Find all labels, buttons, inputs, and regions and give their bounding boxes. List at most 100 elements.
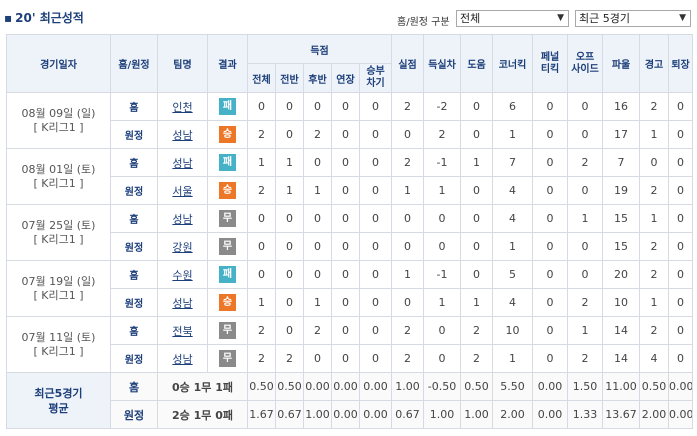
average-stat-cell: -0.50 <box>423 372 462 401</box>
team-link[interactable]: 전북 <box>157 316 208 345</box>
league-name: [ K리그1 ] <box>33 232 84 246</box>
venue-select-value: 전체 <box>460 12 481 25</box>
col-team: 팀명 <box>157 34 208 93</box>
average-stat-cell: 13.67 <box>602 400 641 429</box>
stat-cell: 2 <box>567 148 604 177</box>
result-badge: 무 <box>219 210 236 227</box>
stat-cell: 6 <box>492 92 534 121</box>
stat-cell: 0 <box>668 148 694 177</box>
stat-cell: 16 <box>602 92 641 121</box>
stat-cell: 0 <box>331 204 360 233</box>
col-goals-shootout: 승부 차기 <box>358 63 393 93</box>
match-date: 07월 19일 (일)[ K리그1 ] <box>6 260 111 317</box>
team-link[interactable]: 인천 <box>157 92 208 121</box>
stat-cell: 2 <box>639 232 670 261</box>
stat-cell: 0 <box>303 204 332 233</box>
stat-cell: 2 <box>567 288 604 317</box>
result-badge: 패 <box>219 154 236 171</box>
team-link[interactable]: 성남 <box>157 120 208 149</box>
team-link[interactable]: 성남 <box>157 148 208 177</box>
result-badge: 무 <box>219 350 236 367</box>
venue-select[interactable]: 전체 ▼ <box>456 10 569 27</box>
stat-cell: 0 <box>391 232 425 261</box>
recent-results-table: 경기일자 홈/원정 팀명 결과 득점 실점 득실차 도움 코너킥 페널 티킥 오프… <box>6 34 694 429</box>
stat-cell: 0 <box>303 92 332 121</box>
stat-cell: 0 <box>247 92 276 121</box>
average-stat-cell: 0.00 <box>532 400 569 429</box>
stat-cell: 2 <box>391 344 425 373</box>
stat-cell: 2 <box>247 176 276 205</box>
average-stat-cell: 0.50 <box>460 372 494 401</box>
stat-cell: 0 <box>331 120 360 149</box>
team-link[interactable]: 성남 <box>157 344 208 373</box>
games-select-value: 최근 5경기 <box>579 12 630 25</box>
stat-cell: 0 <box>567 92 604 121</box>
stat-cell: 4 <box>492 288 534 317</box>
match-date: 08월 09일 (일)[ K리그1 ] <box>6 92 111 149</box>
col-goals-total: 전체 <box>247 63 276 93</box>
stat-cell: 0 <box>423 344 462 373</box>
result-badge: 무 <box>219 322 236 339</box>
table-row: 07월 19일 (일)[ K리그1 ] 홈 수원 패 0 0 0 0 0 1 -1 0 5 0 0 20 2 0 <box>6 260 694 317</box>
stat-cell: 0 <box>358 176 393 205</box>
stat-cell: 0 <box>331 92 360 121</box>
stat-cell: 0 <box>567 176 604 205</box>
stat-cell: 0 <box>331 260 360 289</box>
stat-cell: 0 <box>423 232 462 261</box>
league-name: [ K리그1 ] <box>33 344 84 358</box>
result-cell: 승 <box>207 120 248 149</box>
col-corners: 코너킥 <box>492 34 534 93</box>
stat-cell: 2 <box>303 316 332 345</box>
stat-cell: 4 <box>492 204 534 233</box>
games-count-select[interactable]: 최근 5경기 ▼ <box>575 10 691 27</box>
stat-cell: 0 <box>460 176 494 205</box>
win-draw-loss-record: 0승 1무 1패 <box>157 372 248 401</box>
match-date-text: 07월 19일 (일) <box>21 274 96 288</box>
stat-cell: 2 <box>460 316 494 345</box>
average-stat-cell: 0.00 <box>331 400 360 429</box>
stat-cell: 0 <box>331 344 360 373</box>
match-date: 07월 11일 (토)[ K리그1 ] <box>6 316 111 373</box>
average-stat-cell: 5.50 <box>492 372 534 401</box>
league-name: [ K리그1 ] <box>33 120 84 134</box>
team-link[interactable]: 강원 <box>157 232 208 261</box>
stat-cell: 0 <box>331 176 360 205</box>
stat-cell: 2 <box>639 260 670 289</box>
stat-cell: 0 <box>331 288 360 317</box>
stat-cell: 0 <box>247 232 276 261</box>
stat-cell: 0 <box>460 260 494 289</box>
team-link[interactable]: 성남 <box>157 204 208 233</box>
stat-cell: 1 <box>639 204 670 233</box>
team-link[interactable]: 수원 <box>157 260 208 289</box>
stat-cell: 0 <box>358 92 393 121</box>
stat-cell: 0 <box>532 148 569 177</box>
average-stat-cell: 0.00 <box>668 400 694 429</box>
stat-cell: 1 <box>639 120 670 149</box>
stat-cell: 0 <box>532 92 569 121</box>
result-cell: 승 <box>207 288 248 317</box>
col-goal-diff: 득실차 <box>423 34 462 93</box>
col-warnings: 경고 <box>639 34 670 93</box>
stat-cell: 1 <box>639 288 670 317</box>
stat-cell: 0 <box>247 204 276 233</box>
team-link[interactable]: 성남 <box>157 288 208 317</box>
stat-cell: 0 <box>423 316 462 345</box>
result-badge: 승 <box>219 294 236 311</box>
stat-cell: 2 <box>639 176 670 205</box>
result-cell: 무 <box>207 344 248 373</box>
stat-cell: 0 <box>639 148 670 177</box>
table-row: 08월 09일 (일)[ K리그1 ] 홈 인천 패 0 0 0 0 0 2 -2 0 6 0 0 16 2 0 <box>6 92 694 149</box>
stat-cell: 17 <box>602 120 641 149</box>
average-title-line2: 평균 <box>48 401 69 415</box>
league-name: [ K리그1 ] <box>33 176 84 190</box>
result-cell: 무 <box>207 316 248 345</box>
stat-cell: 0 <box>275 232 304 261</box>
stat-cell: 0 <box>391 204 425 233</box>
team-link[interactable]: 서울 <box>157 176 208 205</box>
stat-cell: 0 <box>668 92 694 121</box>
col-assists: 도움 <box>460 34 494 93</box>
stat-cell: 0 <box>247 260 276 289</box>
match-date: 07월 25일 (토)[ K리그1 ] <box>6 204 111 261</box>
average-stat-cell: 0.00 <box>668 372 694 401</box>
stat-cell: 0 <box>567 260 604 289</box>
